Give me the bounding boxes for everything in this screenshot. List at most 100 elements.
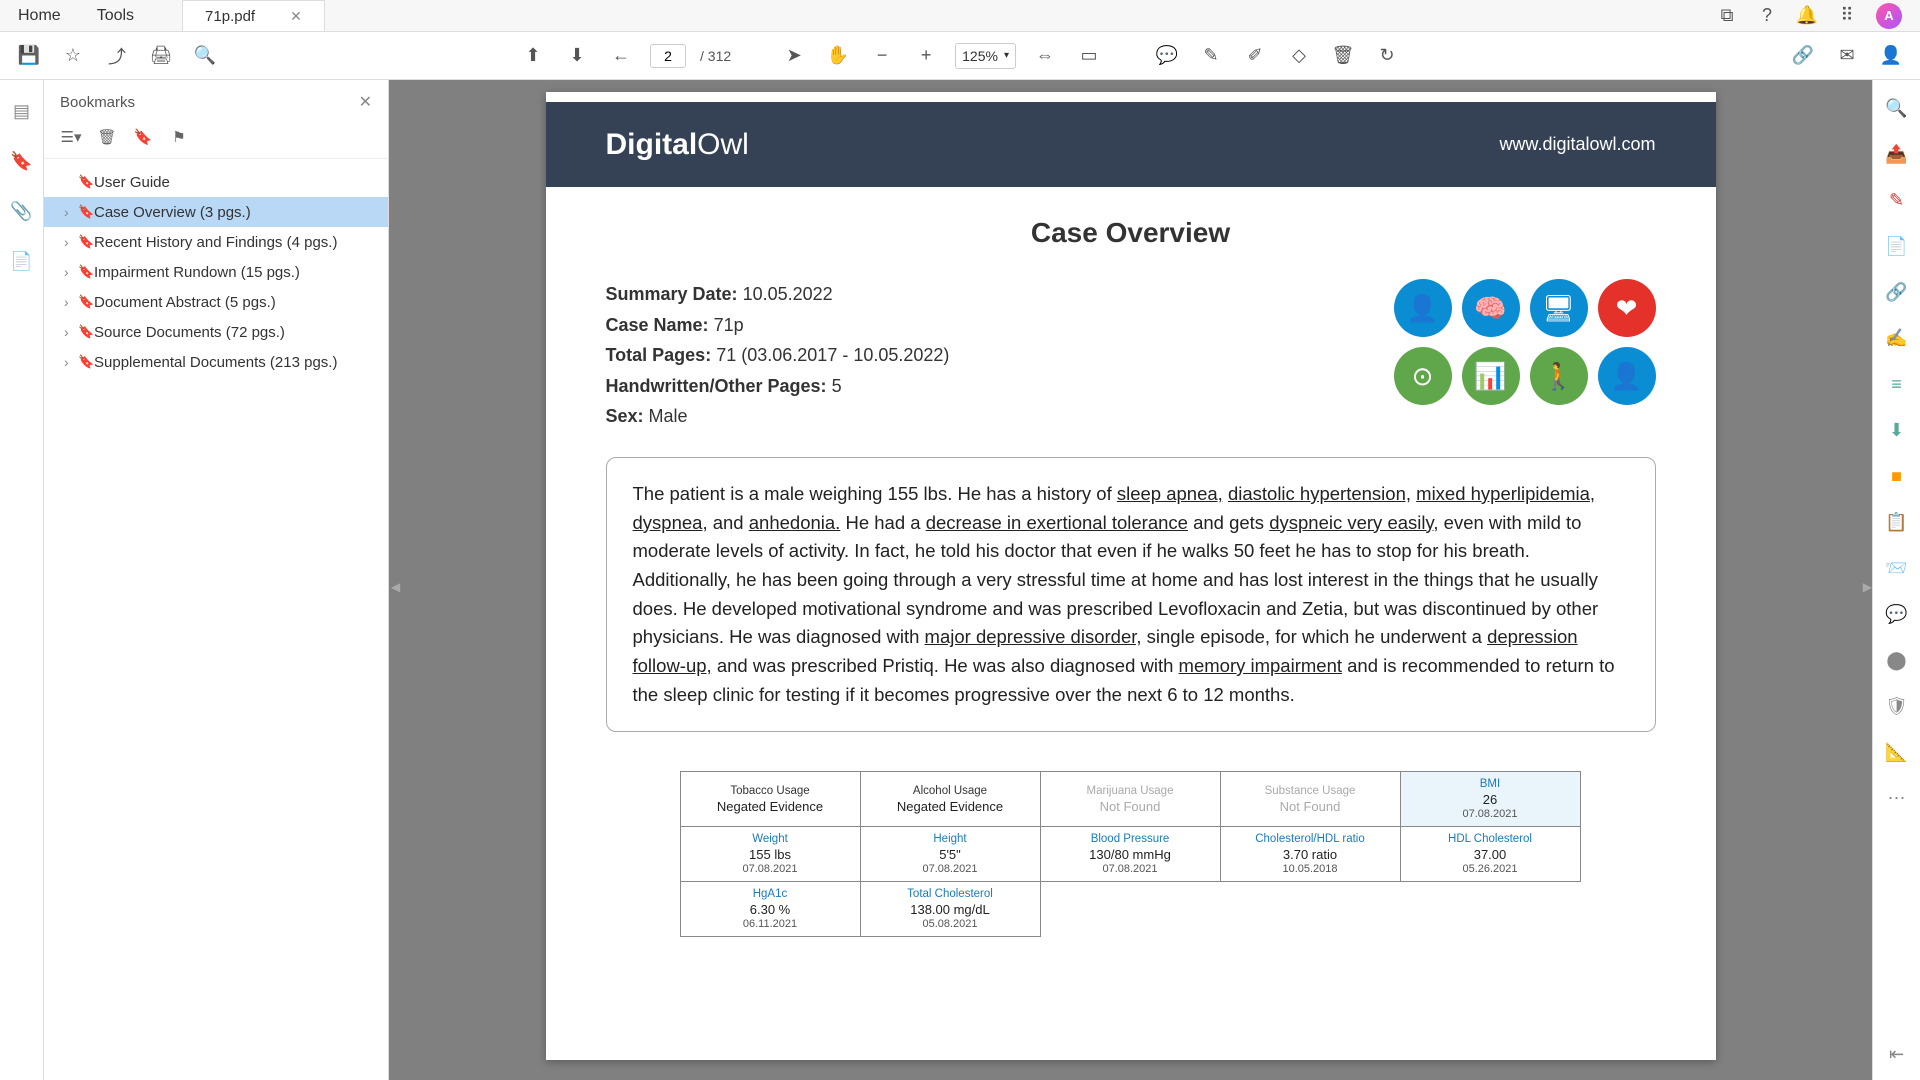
- bm-options-icon[interactable]: ☰▾: [60, 126, 82, 148]
- page-number-input[interactable]: [650, 44, 686, 68]
- bookmark-icon: 🔖: [78, 204, 94, 220]
- metric-cell: Tobacco UsageNegated Evidence: [680, 771, 861, 827]
- chart-icon: 📊: [1462, 347, 1520, 405]
- rr-protect-icon[interactable]: 🛡: [1885, 694, 1909, 718]
- rr-prepare-icon[interactable]: 📋: [1885, 510, 1909, 534]
- hand-icon[interactable]: ✋: [823, 41, 853, 71]
- link-icon[interactable]: 🔗: [1788, 41, 1818, 71]
- metric-date: 06.11.2021: [685, 918, 856, 930]
- rr-sign-icon[interactable]: ✍: [1885, 326, 1909, 350]
- rr-export-icon[interactable]: 📤: [1885, 142, 1909, 166]
- bookmark-item[interactable]: 🔖Supplemental Documents (213 pgs.): [44, 347, 388, 377]
- erase-icon[interactable]: ◇: [1284, 41, 1314, 71]
- close-icon[interactable]: ✕: [290, 8, 302, 25]
- metric-label: Blood Pressure: [1045, 833, 1216, 845]
- bookmark-item[interactable]: 🔖User Guide: [44, 167, 388, 197]
- print-icon[interactable]: 🖨: [146, 41, 176, 71]
- page-up-icon[interactable]: ⬆: [518, 41, 548, 71]
- metrics-table: Tobacco UsageNegated EvidenceAlcohol Usa…: [681, 772, 1581, 937]
- rr-create-icon[interactable]: 📄: [1885, 234, 1909, 258]
- left-rail: ▤ 🔖 📎 📄: [0, 80, 44, 1080]
- page-down-icon[interactable]: ⬇: [562, 41, 592, 71]
- rr-more-icon[interactable]: ⋯: [1885, 786, 1909, 810]
- avatar[interactable]: A: [1876, 3, 1902, 29]
- bookmark-item[interactable]: 🔖Document Abstract (5 pgs.): [44, 287, 388, 317]
- share-icon[interactable]: ⤴: [102, 41, 132, 71]
- metric-label: Height: [865, 833, 1036, 845]
- brand-url: www.digitalowl.com: [1499, 134, 1655, 155]
- rr-search-icon[interactable]: 🔍: [1885, 96, 1909, 120]
- document-view[interactable]: ◀ DigitalOwl www.digitalowl.com Case Ove…: [389, 80, 1872, 1080]
- notifications-icon[interactable]: 🔔: [1796, 5, 1818, 27]
- metric-value: Negated Evidence: [865, 799, 1036, 814]
- bookmark-icon: 🔖: [78, 294, 94, 310]
- rr-organize-icon[interactable]: ≡: [1885, 372, 1909, 396]
- read-mode-icon[interactable]: ▭: [1074, 41, 1104, 71]
- bookmark-item[interactable]: 🔖Impairment Rundown (15 pgs.): [44, 257, 388, 287]
- main-area: ▤ 🔖 📎 📄 Bookmarks ✕ ☰▾ 🗑 🔖 ⚑ 🔖User Guide…: [0, 80, 1920, 1080]
- metric-label: Cholesterol/HDL ratio: [1225, 833, 1396, 845]
- add-page-icon[interactable]: ⧉: [1716, 5, 1738, 27]
- rr-measure-icon[interactable]: 📐: [1885, 740, 1909, 764]
- metric-cell: Blood Pressure130/80 mmHg07.08.2021: [1040, 826, 1221, 882]
- highlight-icon[interactable]: ✎: [1196, 41, 1226, 71]
- rr-compress-icon[interactable]: ⬇: [1885, 418, 1909, 442]
- delete-icon[interactable]: 🗑: [1328, 41, 1358, 71]
- zoom-select[interactable]: 125% ▾: [955, 43, 1016, 69]
- close-panel-icon[interactable]: ✕: [359, 92, 372, 112]
- comment-icon[interactable]: 💬: [1152, 41, 1182, 71]
- thumbnails-icon[interactable]: ▤: [11, 100, 33, 122]
- bookmark-item[interactable]: 🔖Recent History and Findings (4 pgs.): [44, 227, 388, 257]
- refresh-icon[interactable]: ↻: [1372, 41, 1402, 71]
- fit-width-icon[interactable]: ⇔: [1030, 41, 1060, 71]
- metric-date: 05.26.2021: [1405, 863, 1576, 875]
- bookmark-item[interactable]: 🔖Case Overview (3 pgs.): [44, 197, 388, 227]
- expand-right-icon[interactable]: ▶: [1863, 580, 1872, 594]
- layers-icon[interactable]: 📄: [11, 250, 33, 272]
- summary-box: The patient is a male weighing 155 lbs. …: [606, 457, 1656, 732]
- pointer-icon[interactable]: ➤: [779, 41, 809, 71]
- bookmark-label: Document Abstract (5 pgs.): [94, 294, 276, 311]
- rr-comment-icon[interactable]: 💬: [1885, 602, 1909, 626]
- metric-value: Not Found: [1045, 799, 1216, 814]
- bookmark-icon: 🔖: [78, 264, 94, 280]
- pdf-page: DigitalOwl www.digitalowl.com Case Overv…: [546, 92, 1716, 1060]
- rr-redact-icon[interactable]: ■: [1885, 464, 1909, 488]
- metric-label: BMI: [1405, 778, 1576, 790]
- metric-value: 3.70 ratio: [1225, 847, 1396, 862]
- tools-tab[interactable]: Tools: [79, 0, 152, 31]
- heart-icon: ❤: [1598, 279, 1656, 337]
- back-icon[interactable]: ←: [606, 41, 636, 71]
- rr-expand-icon[interactable]: ⇤: [1885, 1042, 1909, 1066]
- zoom-out-icon[interactable]: −: [867, 41, 897, 71]
- save-icon[interactable]: 💾: [14, 41, 44, 71]
- search-icon[interactable]: 🔍: [190, 41, 220, 71]
- bookmark-label: Impairment Rundown (15 pgs.): [94, 264, 300, 281]
- rr-combine-icon[interactable]: 🔗: [1885, 280, 1909, 304]
- collapse-panel-icon[interactable]: ◀: [391, 580, 400, 594]
- metric-cell: HDL Cholesterol37.0005.26.2021: [1400, 826, 1581, 882]
- draw-icon[interactable]: ✐: [1240, 41, 1270, 71]
- rr-send-icon[interactable]: 📨: [1885, 556, 1909, 580]
- email-icon[interactable]: ✉: [1832, 41, 1862, 71]
- bookmark-item[interactable]: 🔖Source Documents (72 pgs.): [44, 317, 388, 347]
- bm-add-icon[interactable]: 🔖: [132, 126, 154, 148]
- star-icon[interactable]: ☆: [58, 41, 88, 71]
- attachments-icon[interactable]: 📎: [11, 200, 33, 222]
- help-icon[interactable]: ?: [1756, 5, 1778, 27]
- stomach-icon: ⊙: [1394, 347, 1452, 405]
- rr-stamp-icon[interactable]: ⬤: [1885, 648, 1909, 672]
- rr-edit-icon[interactable]: ✎: [1885, 188, 1909, 212]
- bookmarks-icon[interactable]: 🔖: [11, 150, 33, 172]
- bm-delete-icon[interactable]: 🗑: [96, 126, 118, 148]
- zoom-in-icon[interactable]: +: [911, 41, 941, 71]
- account-icon[interactable]: 👤: [1876, 41, 1906, 71]
- metric-cell: Total Cholesterol138.00 mg/dL05.08.2021: [860, 881, 1041, 937]
- bookmark-label: User Guide: [94, 174, 170, 191]
- home-tab[interactable]: Home: [0, 0, 79, 31]
- apps-grid-icon[interactable]: ⠿: [1836, 5, 1858, 27]
- file-tab[interactable]: 71p.pdf ✕: [182, 0, 325, 31]
- metric-cell: Alcohol UsageNegated Evidence: [860, 771, 1041, 827]
- bm-find-icon[interactable]: ⚑: [168, 126, 190, 148]
- bookmarks-title: Bookmarks: [60, 94, 135, 111]
